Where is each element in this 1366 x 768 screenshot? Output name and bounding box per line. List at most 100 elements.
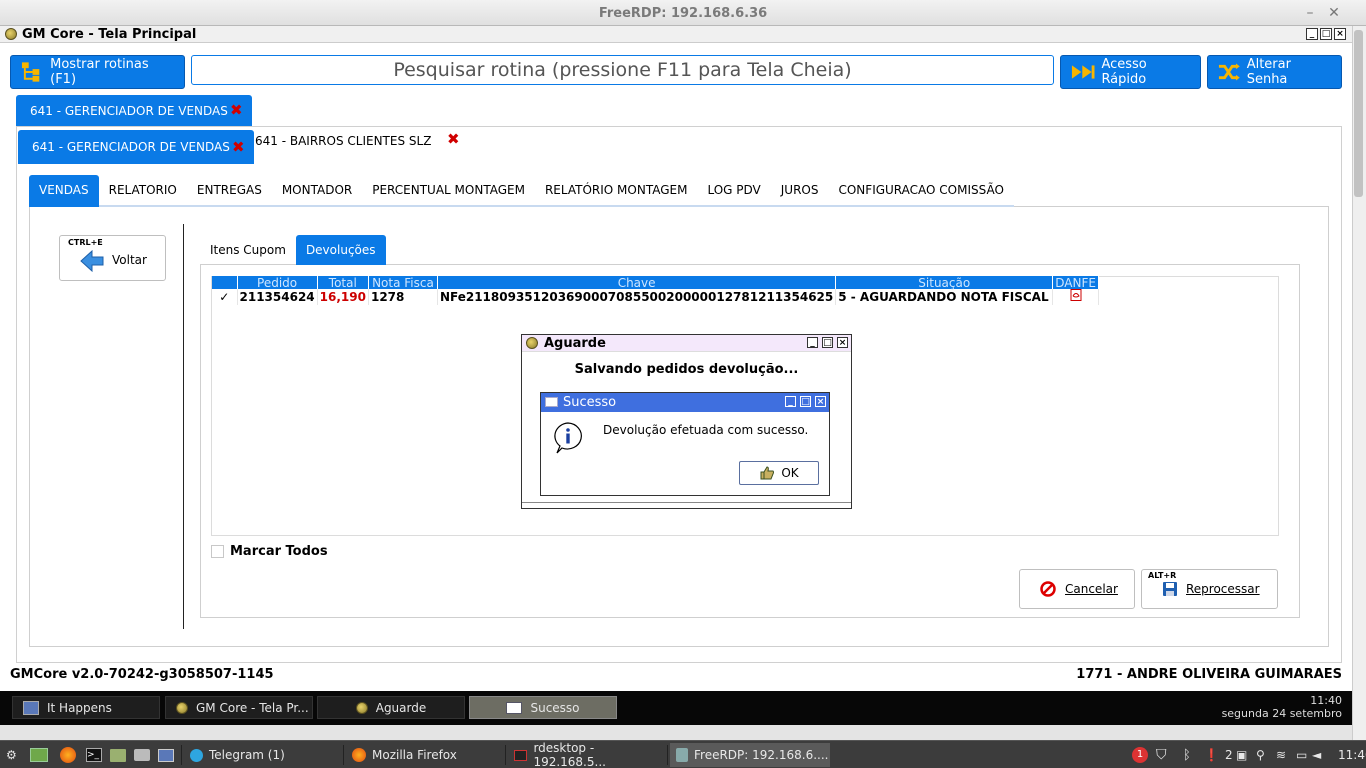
tab-label: 641 - GERENCIADOR DE VENDAS — [30, 104, 228, 118]
remote-time: 11:40 — [1310, 694, 1342, 707]
taskbar-item-gmcore[interactable]: GM Core - Tela Pr... — [165, 696, 313, 719]
voltar-label: Voltar — [112, 253, 147, 267]
pdf-icon[interactable] — [1070, 289, 1082, 301]
routine-search-input[interactable] — [191, 55, 1054, 85]
app-close-button[interactable]: × — [1334, 28, 1346, 40]
separator — [667, 745, 668, 765]
separator — [505, 745, 506, 765]
taskbar-item-it-happens[interactable]: It Happens — [12, 696, 160, 719]
user-icon[interactable]: ⚲ — [1250, 743, 1265, 767]
folder-launcher-icon[interactable] — [104, 743, 126, 767]
tab-itens-cupom[interactable]: Itens Cupom — [200, 235, 296, 265]
dialog-maximize-button[interactable]: □ — [822, 337, 833, 348]
col-nota-fiscal[interactable]: Nota Fisca — [368, 276, 438, 289]
quick-access-label: Acesso Rápido — [1101, 57, 1147, 87]
col-pedido[interactable]: Pedido — [237, 276, 318, 289]
settings-gear-icon[interactable]: ⚙ — [0, 743, 17, 767]
tab-configuracao-comissao[interactable]: CONFIGURACAO COMISSÃO — [828, 175, 1014, 207]
dialog-maximize-button[interactable]: □ — [800, 396, 811, 407]
remote-desktop-edge — [0, 725, 1352, 740]
remote-date: segunda 24 setembro — [1221, 707, 1342, 720]
sucesso-titlebar: Sucesso _ □ × — [541, 393, 829, 412]
tab-relatorio-montagem[interactable]: RELATÓRIO MONTAGEM — [534, 175, 698, 207]
ok-label: OK — [781, 466, 799, 480]
camera-launcher-icon[interactable] — [128, 743, 150, 767]
taskbar-item-sucesso[interactable]: Sucesso — [469, 696, 617, 719]
close-icon[interactable]: ✖ — [230, 101, 243, 119]
tab-devolucoes[interactable]: Devoluções — [295, 235, 386, 265]
col-total[interactable]: Total — [317, 276, 369, 289]
firefox-launcher-icon[interactable] — [54, 743, 76, 767]
remote-clock[interactable]: 11:40 segunda 24 setembro — [1222, 694, 1342, 720]
tab-juros[interactable]: JUROS — [770, 175, 829, 207]
app-minimize-button[interactable]: _ — [1306, 28, 1318, 40]
reprocessar-shortcut: ALT+R — [1148, 571, 1177, 580]
change-password-button[interactable]: Alterar Senha — [1207, 55, 1342, 89]
volume-icon[interactable]: ◄ — [1306, 743, 1321, 767]
cell-chave: NFe2118093512036900070855002000001278121… — [437, 289, 837, 305]
taskbar-item-aguarde[interactable]: Aguarde — [317, 696, 465, 719]
tab-montador[interactable]: MONTADOR — [271, 175, 363, 207]
reprocessar-button[interactable]: ALT+R Reprocessar — [1141, 569, 1278, 609]
tab-percentual-montagem[interactable]: PERCENTUAL MONTAGEM — [362, 175, 535, 207]
workspace-indicator[interactable]: ❗ 2 — [1198, 743, 1233, 767]
gmcore-logo-icon — [176, 701, 188, 714]
dialog-close-button[interactable]: × — [837, 337, 848, 348]
cancel-button[interactable]: Cancelar — [1019, 569, 1135, 609]
tab-log-pdv[interactable]: LOG PDV — [697, 175, 771, 207]
close-icon[interactable]: ✖ — [232, 138, 245, 156]
col-chave[interactable]: Chave — [437, 276, 837, 289]
show-routines-button[interactable]: Mostrar rotinas (F1) — [10, 55, 185, 89]
clipboard-icon[interactable]: ▣ — [1230, 743, 1247, 767]
terminal-launcher-icon[interactable]: >_ — [80, 743, 102, 767]
freerdp-icon — [676, 748, 688, 762]
quick-access-button[interactable]: Acesso Rápido — [1060, 55, 1201, 89]
rdp-minimize-button[interactable]: – — [1301, 4, 1319, 22]
window-icon — [545, 397, 558, 407]
cell-nota: 1278 — [368, 289, 438, 305]
dialog-minimize-button[interactable]: _ — [785, 396, 796, 407]
change-password-label: Alterar Senha — [1246, 57, 1291, 87]
tab-gerenciador-vendas-inner[interactable]: 641 - GERENCIADOR DE VENDAS ✖ — [18, 130, 254, 164]
tab-label: 641 - GERENCIADOR DE VENDAS — [32, 140, 230, 154]
voltar-button[interactable]: CTRL+E Voltar — [59, 235, 166, 281]
sucesso-dialog: Sucesso _ □ × Devolução efetuada com suc… — [540, 392, 830, 496]
task-label: Mozilla Firefox — [372, 748, 457, 762]
wifi-icon[interactable]: ≋ — [1270, 743, 1286, 767]
table-row[interactable]: ✓ 211354624 16,190 1278 NFe2118093512036… — [212, 289, 1099, 305]
marcar-todos[interactable]: Marcar Todos — [211, 544, 328, 559]
task-rdesktop[interactable]: rdesktop - 192.168.5... — [508, 741, 664, 768]
scrollbar-thumb[interactable] — [1354, 30, 1363, 197]
aguarde-title: Aguarde — [544, 335, 606, 351]
ok-button[interactable]: OK — [739, 461, 819, 485]
remote-taskbar: It Happens GM Core - Tela Pr... Aguarde … — [0, 691, 1352, 725]
marcar-todos-checkbox[interactable] — [211, 545, 224, 558]
tab-gerenciador-vendas-outer[interactable]: 641 - GERENCIADOR DE VENDAS ✖ — [16, 95, 252, 127]
close-icon[interactable]: ✖ — [447, 130, 460, 148]
desktop-icon[interactable] — [24, 743, 48, 767]
cancel-icon — [1040, 581, 1056, 597]
col-danfe[interactable]: DANFE — [1052, 276, 1099, 289]
rdp-close-button[interactable]: ✕ — [1325, 4, 1343, 22]
local-clock[interactable]: 11:40 — [1332, 743, 1366, 767]
col-situacao[interactable]: Situação — [835, 276, 1054, 289]
shield-icon[interactable]: ⛉ — [1150, 743, 1167, 767]
tab-relatorio[interactable]: RELATORIO — [98, 175, 187, 207]
task-firefox[interactable]: Mozilla Firefox — [346, 743, 502, 767]
app-maximize-button[interactable]: □ — [1320, 28, 1332, 40]
dialog-minimize-button[interactable]: _ — [807, 337, 818, 348]
bluetooth-icon[interactable]: ᛒ — [1177, 743, 1191, 767]
voltar-shortcut: CTRL+E — [68, 238, 103, 247]
task-freerdp[interactable]: FreeRDP: 192.168.6.... — [670, 743, 830, 767]
tab-entregas[interactable]: ENTREGAS — [186, 175, 272, 207]
battery-icon[interactable]: ▭ — [1290, 743, 1307, 767]
cell-danfe[interactable] — [1052, 289, 1099, 305]
notification-badge[interactable]: 1 — [1126, 743, 1148, 767]
col-check[interactable] — [212, 276, 238, 289]
task-telegram[interactable]: Telegram (1) — [184, 743, 340, 767]
tab-vendas[interactable]: VENDAS — [29, 175, 99, 207]
dialog-close-button[interactable]: × — [815, 396, 826, 407]
tab-bairros-clientes[interactable]: 641 - BAIRROS CLIENTES SLZ ✖ — [255, 130, 460, 148]
screen-launcher-icon[interactable] — [152, 743, 174, 767]
row-checkbox[interactable]: ✓ — [212, 289, 238, 305]
